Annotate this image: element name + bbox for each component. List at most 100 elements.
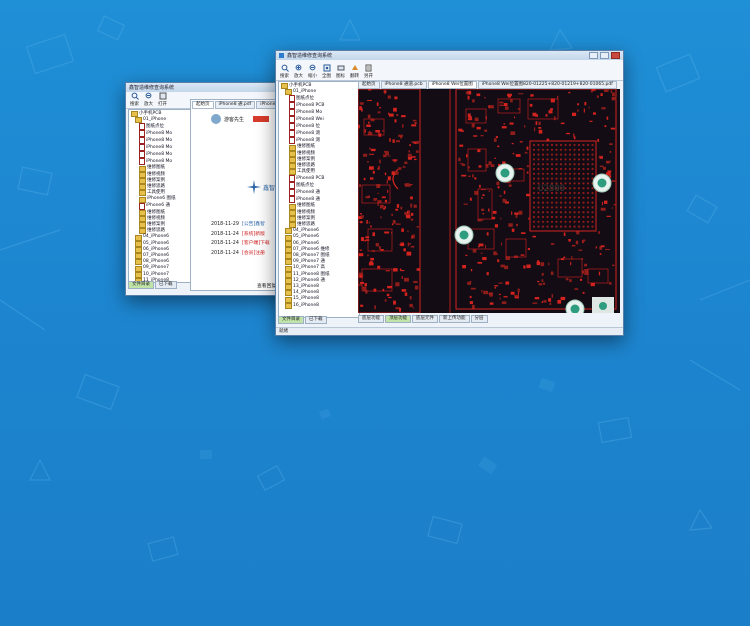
- bga-ball: [568, 172, 572, 175]
- pcb-pad: [496, 253, 498, 255]
- bga-ball: [591, 206, 594, 209]
- tree-item[interactable]: iPhone8 位: [281, 123, 357, 131]
- news-item[interactable]: 2018-11-24 [会员]注册: [211, 249, 270, 259]
- tab-new-upload[interactable]: 新上传功能: [439, 315, 470, 323]
- bga-ball: [586, 191, 590, 195]
- tab-bottom-function[interactable]: 底层功能: [358, 315, 384, 323]
- minimize-button[interactable]: [589, 52, 598, 59]
- close-button[interactable]: [611, 52, 620, 59]
- tree-item[interactable]: iPhone8 Mo: [131, 144, 189, 152]
- login-link[interactable]: 查看回复: [257, 282, 276, 289]
- tree-item[interactable]: 图纸点位: [131, 123, 189, 131]
- maximize-button[interactable]: [600, 52, 609, 59]
- tree-item[interactable]: iPhone8 Mo: [131, 130, 189, 138]
- pcb-pad: [370, 225, 372, 228]
- back-window[interactable]: 鑫智造维修查询系统 搜索 放大 打开 小手机PCB 01_iPhone 图纸点位 iP…: [125, 82, 297, 296]
- tree-item[interactable]: iPhone8 测: [281, 130, 357, 138]
- news-item[interactable]: 2018-11-24 [客户端]下载: [211, 239, 270, 249]
- tool-label: 放大: [294, 74, 303, 79]
- front-window-titlebar[interactable]: 鑫智造维修查询系统: [276, 51, 623, 60]
- bga-ball: [555, 148, 558, 151]
- pcb-pad: [600, 93, 603, 96]
- pcb-pad: [472, 174, 474, 178]
- tab-pdf[interactable]: iPhone8 Wei位置图: [427, 81, 477, 89]
- tab-layers[interactable]: 分层: [470, 315, 488, 323]
- pcb-pad: [365, 236, 370, 239]
- tab-pcb[interactable]: iPhone8 通道.pcb: [380, 81, 427, 89]
- bga-ball: [537, 215, 540, 219]
- back-file-tree[interactable]: 小手机PCB 01_iPhone 图纸点位 iPhone8 Mo iPhone8 Mo i…: [128, 109, 192, 283]
- tree-item[interactable]: iPhone8 Mo: [131, 151, 189, 159]
- pcb-pad: [400, 136, 402, 139]
- pcb-pad: [360, 304, 364, 307]
- bga-ball: [582, 177, 585, 180]
- tab-file-directory[interactable]: 文件目录: [128, 281, 154, 289]
- pcb-pad: [478, 243, 484, 247]
- bga-ball: [546, 177, 549, 180]
- pcb-viewer[interactable]: U2800: [358, 89, 620, 313]
- tool-label: 搜索: [280, 74, 289, 79]
- pcb-pad: [406, 214, 411, 219]
- pcb-pad: [416, 226, 419, 228]
- tab-downloaded[interactable]: 已下载: [305, 316, 327, 324]
- pcb-pad: [488, 190, 490, 192]
- tool-zoom-in[interactable]: 放大: [294, 64, 303, 79]
- tree-item[interactable]: iPhone8 通: [281, 196, 357, 204]
- news-item[interactable]: 2018-11-29 [公告]鑫智: [211, 220, 270, 230]
- back-tool-search[interactable]: 搜索: [130, 92, 139, 107]
- pcb-pad: [548, 110, 553, 114]
- back-tool-zoom[interactable]: 放大: [144, 92, 153, 107]
- tree-item[interactable]: 图纸点位: [281, 95, 357, 103]
- tree-item[interactable]: iPhone8 Wei: [281, 116, 357, 124]
- bga-ball: [555, 206, 558, 209]
- pcb-canvas[interactable]: U2800: [358, 89, 620, 313]
- tool-fit[interactable]: 全图: [322, 64, 331, 79]
- tree-item[interactable]: iPhone6 通: [131, 202, 189, 210]
- pcb-pad: [511, 143, 514, 145]
- tool-flip[interactable]: 翻转: [350, 64, 359, 79]
- tree-item-label: iPhone8 PCB: [296, 102, 325, 108]
- tree-item[interactable]: iPhone8 Mo: [131, 137, 189, 145]
- bga-ball: [555, 163, 558, 166]
- front-window[interactable]: 鑫智造维修查询系统 搜索 放大 缩小 全图 图标 翻转 另开 小手机PCB 01_…: [275, 50, 624, 336]
- tree-item[interactable]: 16_iPhone8: [281, 303, 357, 309]
- pcb-pad: [387, 176, 391, 181]
- tab-pdf-full[interactable]: iPhone8 Wei位置图820-01225+820-01219+820-01…: [477, 81, 617, 89]
- tab-bottom-parts[interactable]: 底层元件: [412, 315, 438, 323]
- pcb-pad: [375, 130, 381, 133]
- tree-item[interactable]: iPhone8 测: [281, 137, 357, 145]
- tree-item[interactable]: iPhone8 Mo: [281, 109, 357, 117]
- pcb-pad: [467, 95, 470, 100]
- tree-item[interactable]: iPhone8 PCB: [281, 175, 357, 183]
- pcb-pad: [367, 254, 369, 257]
- tab-top-function[interactable]: 顶层功能: [385, 315, 411, 323]
- tab-start[interactable]: 起始页: [358, 81, 380, 89]
- bga-ball: [573, 163, 576, 166]
- tab-file-directory[interactable]: 文件目录: [278, 316, 304, 324]
- pcb-pad: [404, 161, 408, 165]
- tree-item[interactable]: iPhone8 PCB: [281, 102, 357, 110]
- bga-ball: [541, 177, 545, 180]
- pcb-pad: [589, 120, 593, 122]
- bga-ball: [577, 201, 581, 204]
- back-window-titlebar[interactable]: 鑫智造维修查询系统: [126, 83, 296, 92]
- tab-downloaded[interactable]: 已下载: [155, 281, 177, 289]
- tool-symbol[interactable]: 图标: [336, 64, 345, 79]
- back-tool-open[interactable]: 打开: [158, 92, 167, 107]
- tree-item[interactable]: 图纸点位: [281, 182, 357, 190]
- tree-item[interactable]: iPhone8 通: [281, 189, 357, 197]
- front-file-tree[interactable]: 小手机PCB 01_iPhone 图纸点位 iPhone8 PCB iPhone8 Mo…: [278, 81, 360, 318]
- tab-start[interactable]: 起始页: [192, 101, 214, 109]
- pdf-file-icon: [139, 151, 145, 159]
- red-badge: [253, 116, 270, 122]
- pcb-pad: [467, 118, 473, 121]
- news-item[interactable]: 2018-11-24 [系统]新版: [211, 230, 270, 240]
- tab-doc[interactable]: iPhone8 通.pdf: [214, 101, 256, 109]
- tool-new-window[interactable]: 另开: [364, 64, 373, 79]
- tree-item-label: iPhone6 通: [146, 203, 170, 209]
- bga-ball: [586, 153, 590, 156]
- tool-zoom-out[interactable]: 缩小: [308, 64, 317, 79]
- pcb-pad: [459, 144, 464, 147]
- tool-search[interactable]: 搜索: [280, 64, 289, 79]
- bga-ball: [568, 220, 572, 223]
